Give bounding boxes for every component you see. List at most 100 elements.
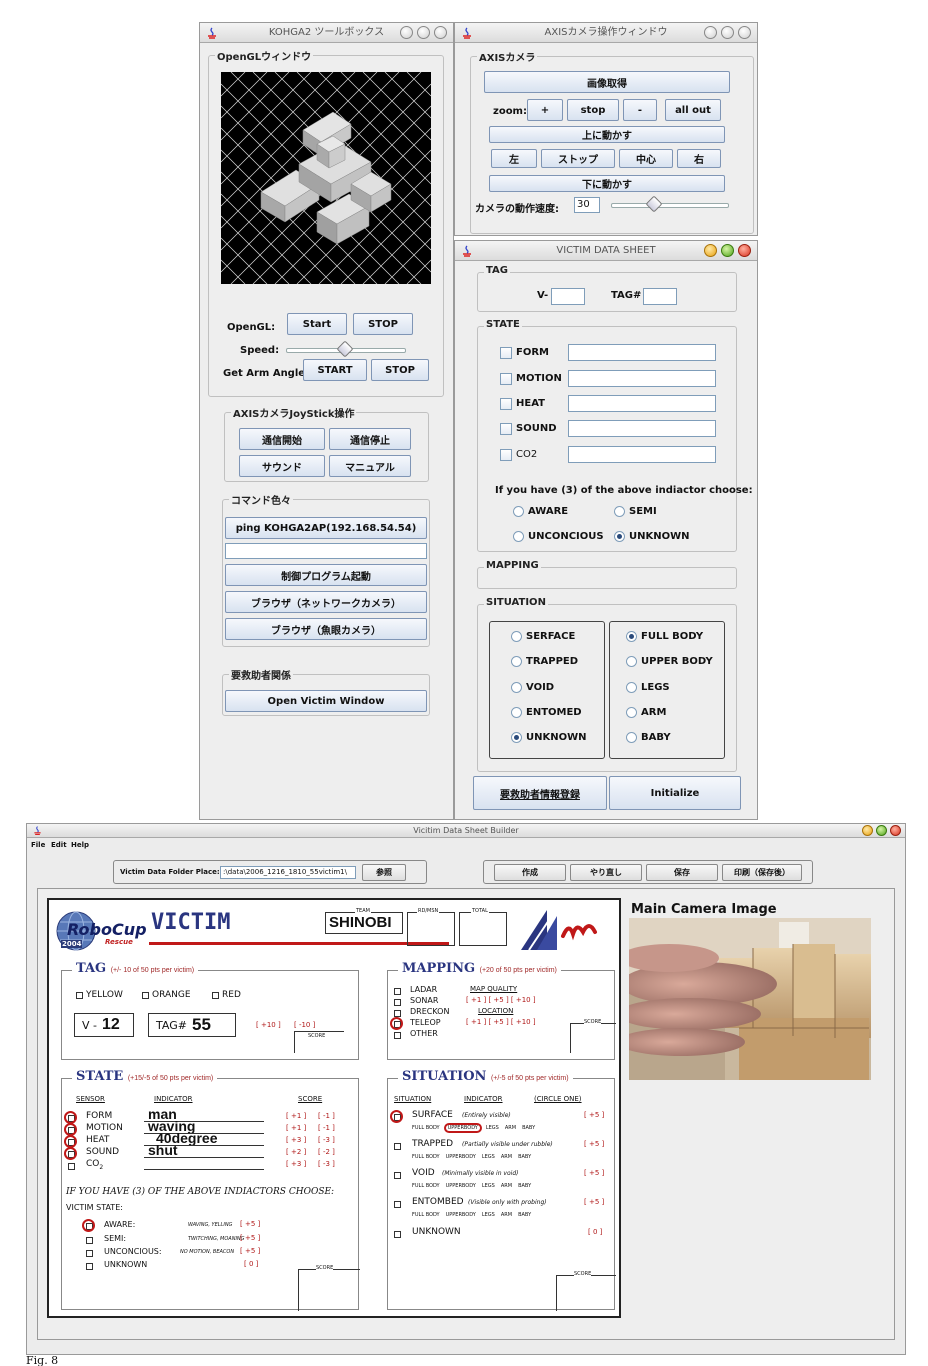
vds-v-input[interactable] [551, 288, 585, 305]
co2-input[interactable] [568, 446, 716, 463]
ping-button[interactable]: ping KOHGA2AP(192.168.54.54) [225, 517, 427, 539]
semi-radio[interactable] [614, 506, 625, 517]
minimize-button[interactable] [704, 244, 717, 257]
move-up-button[interactable]: 上に動かす [489, 126, 725, 143]
close-button[interactable] [434, 26, 447, 39]
browser-fisheye-camera-button[interactable]: ブラウザ（魚眼カメラ） [225, 618, 427, 640]
other-checkbox[interactable] [394, 1032, 401, 1039]
unknown-radio[interactable] [614, 531, 625, 542]
motion-checkbox[interactable] [500, 373, 512, 385]
situation-unknown-paper-checkbox[interactable] [394, 1231, 401, 1238]
entomed-radio[interactable] [511, 707, 522, 718]
speed-slider-knob[interactable] [336, 340, 354, 358]
vds-titlebar[interactable]: VICTIM DATA SHEET [455, 241, 757, 261]
maximize-button[interactable] [876, 825, 887, 836]
open-victim-window-button[interactable]: Open Victim Window [225, 690, 427, 712]
print-button[interactable]: 印刷（保存後） [722, 864, 802, 881]
command-input[interactable] [225, 543, 427, 559]
minimize-button[interactable] [862, 825, 873, 836]
sound-checkbox[interactable] [500, 423, 512, 435]
motion-input[interactable] [568, 370, 716, 387]
trapped-desc: (Partially visible under rubble) [462, 1141, 553, 1148]
move-stop-button[interactable]: ストップ [541, 149, 615, 168]
save-button[interactable]: 保存 [646, 864, 718, 881]
axis-titlebar[interactable]: AXISカメラ操作ウィンドウ [455, 23, 757, 43]
heat-checkbox[interactable] [500, 398, 512, 410]
void-paper-checkbox[interactable] [394, 1172, 401, 1179]
register-victim-button[interactable]: 要救助者情報登録 [473, 776, 607, 810]
maximize-button[interactable] [417, 26, 430, 39]
zoom-stop-button[interactable]: stop [567, 99, 619, 121]
serface-radio[interactable] [511, 631, 522, 642]
browse-button[interactable]: 参照 [362, 864, 406, 881]
connect-stop-button[interactable]: 通信停止 [329, 428, 411, 450]
center-button[interactable]: 中心 [619, 149, 673, 168]
sound-input[interactable] [568, 420, 716, 437]
move-right-button[interactable]: 右 [677, 149, 721, 168]
folder-input[interactable]: :\data\2006_1216_1810_55victim1\ [220, 866, 356, 879]
full-body-radio[interactable] [626, 631, 637, 642]
dreckon-checkbox[interactable] [394, 1010, 401, 1017]
ladar-checkbox[interactable] [394, 988, 401, 995]
vds-tag-number-input[interactable] [643, 288, 677, 305]
entombed-paper-checkbox[interactable] [394, 1201, 401, 1208]
camera-speed-slider[interactable] [611, 203, 729, 208]
opengl-start-button[interactable]: Start [287, 313, 347, 335]
close-button[interactable] [738, 26, 751, 39]
close-button[interactable] [738, 244, 751, 257]
minimize-button[interactable] [400, 26, 413, 39]
arm-stop-button[interactable]: STOP [371, 359, 429, 381]
java-icon [208, 27, 216, 39]
co2-paper-checkbox[interactable] [68, 1163, 75, 1170]
all-out-button[interactable]: all out [665, 99, 721, 121]
menu-file[interactable]: File [31, 841, 45, 849]
aware-radio[interactable] [513, 506, 524, 517]
form-checkbox[interactable] [500, 347, 512, 359]
orange-checkbox[interactable] [142, 992, 149, 999]
arm-radio[interactable] [626, 707, 637, 718]
baby-radio[interactable] [626, 732, 637, 743]
move-left-button[interactable]: 左 [491, 149, 537, 168]
close-button[interactable] [890, 825, 901, 836]
full-body-label: FULL BODY [641, 631, 704, 642]
unconscious-paper-checkbox[interactable] [86, 1250, 93, 1257]
create-button[interactable]: 作成 [494, 864, 566, 881]
upper-body-radio[interactable] [626, 656, 637, 667]
menu-edit[interactable]: Edit [51, 841, 67, 849]
menu-help[interactable]: Help [71, 841, 89, 849]
trapped-radio[interactable] [511, 656, 522, 667]
launch-control-program-button[interactable]: 制御プログラム起動 [225, 564, 427, 586]
minimize-button[interactable] [704, 26, 717, 39]
trapped-paper-checkbox[interactable] [394, 1143, 401, 1150]
sound-button[interactable]: サウンド [239, 455, 325, 477]
maximize-button[interactable] [721, 244, 734, 257]
unconscious-radio[interactable] [513, 531, 524, 542]
situation-unknown-radio[interactable] [511, 732, 522, 743]
capture-image-button[interactable]: 画像取得 [484, 71, 730, 93]
co2-checkbox[interactable] [500, 449, 512, 461]
browser-network-camera-button[interactable]: ブラウザ（ネットワークカメラ） [225, 591, 427, 613]
connect-start-button[interactable]: 通信開始 [239, 428, 325, 450]
arm-start-button[interactable]: START [303, 359, 367, 381]
sonar-checkbox[interactable] [394, 999, 401, 1006]
void-radio[interactable] [511, 682, 522, 693]
toolbox-titlebar[interactable]: KOHGA2 ツールボックス [200, 23, 453, 43]
manual-button[interactable]: マニュアル [329, 455, 411, 477]
sound-plus: [ +2 ] [286, 1148, 307, 1156]
zoom-in-button[interactable]: + [527, 99, 563, 121]
heat-input[interactable] [568, 395, 716, 412]
initialize-button[interactable]: Initialize [609, 776, 741, 810]
opengl-stop-button[interactable]: STOP [353, 313, 413, 335]
form-input[interactable] [568, 344, 716, 361]
semi-paper-checkbox[interactable] [86, 1237, 93, 1244]
move-down-button[interactable]: 下に動かす [489, 175, 725, 192]
builder-titlebar[interactable]: Vicitim Data Sheet Builder [27, 824, 905, 838]
vs-unknown-paper-checkbox[interactable] [86, 1263, 93, 1270]
camera-speed-input[interactable]: 30 [574, 197, 600, 213]
red-checkbox[interactable] [212, 992, 219, 999]
maximize-button[interactable] [721, 26, 734, 39]
zoom-out-button[interactable]: - [623, 99, 657, 121]
redo-button[interactable]: やり直し [570, 864, 642, 881]
yellow-checkbox[interactable] [76, 992, 83, 999]
legs-radio[interactable] [626, 682, 637, 693]
